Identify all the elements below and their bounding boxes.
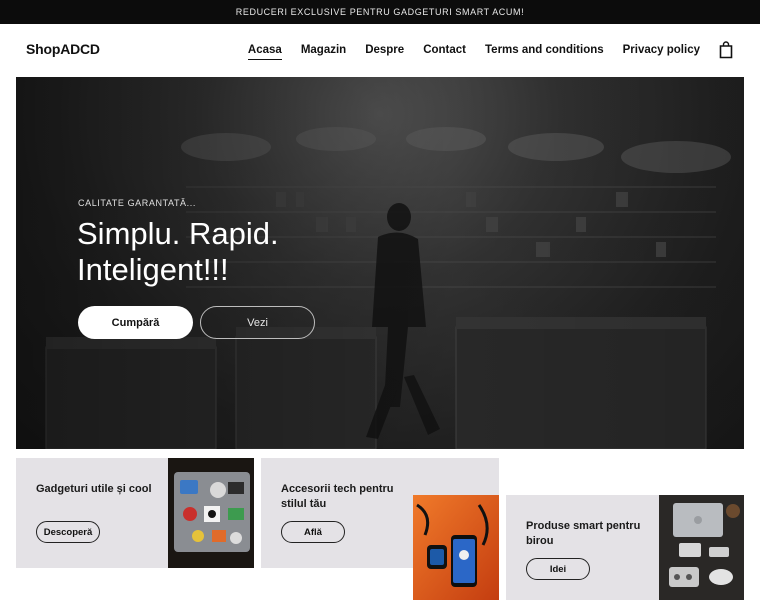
card-title: Produse smart pentru birou (526, 520, 641, 547)
nav-link-terms[interactable]: Terms and conditions (485, 44, 604, 60)
nav-link-magazin[interactable]: Magazin (301, 44, 346, 60)
hero-headline-line-1: Simplu. Rapid. (77, 216, 279, 251)
shop-button[interactable]: Cumpără (78, 306, 193, 339)
site-logo[interactable]: ShopADCD (26, 41, 100, 57)
card-title: Gadgeturi utile și cool (36, 483, 152, 495)
smartwatch-phone-image (413, 495, 499, 600)
nav-link-despre[interactable]: Despre (365, 44, 404, 60)
site-header: ShopADCD Acasa Magazin Despre Contact Te… (0, 24, 760, 78)
promo-card-office: Produse smart pentru birou Idei (506, 495, 744, 600)
promo-card-gadgets: Gadgeturi utile și cool Descoperă (16, 458, 254, 568)
hero-eyebrow: CALITATE GARANTATĂ... (78, 198, 196, 208)
card-title: Accesorii tech pentru stilul tău (281, 483, 394, 510)
nav-link-privacy[interactable]: Privacy policy (623, 44, 700, 60)
nav-link-contact[interactable]: Contact (423, 44, 466, 60)
hero-headline: Simplu. Rapid. Inteligent!!! (77, 216, 377, 288)
announcement-bar: REDUCERI EXCLUSIVE PENTRU GADGETURI SMAR… (0, 0, 760, 24)
learn-button[interactable]: Află (281, 521, 345, 543)
nav-link-acasa[interactable]: Acasa (247, 44, 282, 60)
discover-button[interactable]: Descoperă (36, 521, 100, 543)
announcement-text: REDUCERI EXCLUSIVE PENTRU GADGETURI SMAR… (235, 7, 525, 17)
hero-banner: CALITATE GARANTATĂ... Simplu. Rapid. Int… (16, 77, 744, 449)
desk-gadgets-image (659, 495, 744, 600)
ideas-button[interactable]: Idei (526, 558, 590, 580)
laptop-stickers-image (168, 458, 254, 568)
main-nav: Acasa Magazin Despre Contact Terms and c… (247, 44, 700, 60)
shopping-bag-icon[interactable] (719, 41, 733, 59)
view-button[interactable]: Vezi (200, 306, 315, 339)
hero-headline-line-2: Inteligent!!! (77, 252, 229, 287)
